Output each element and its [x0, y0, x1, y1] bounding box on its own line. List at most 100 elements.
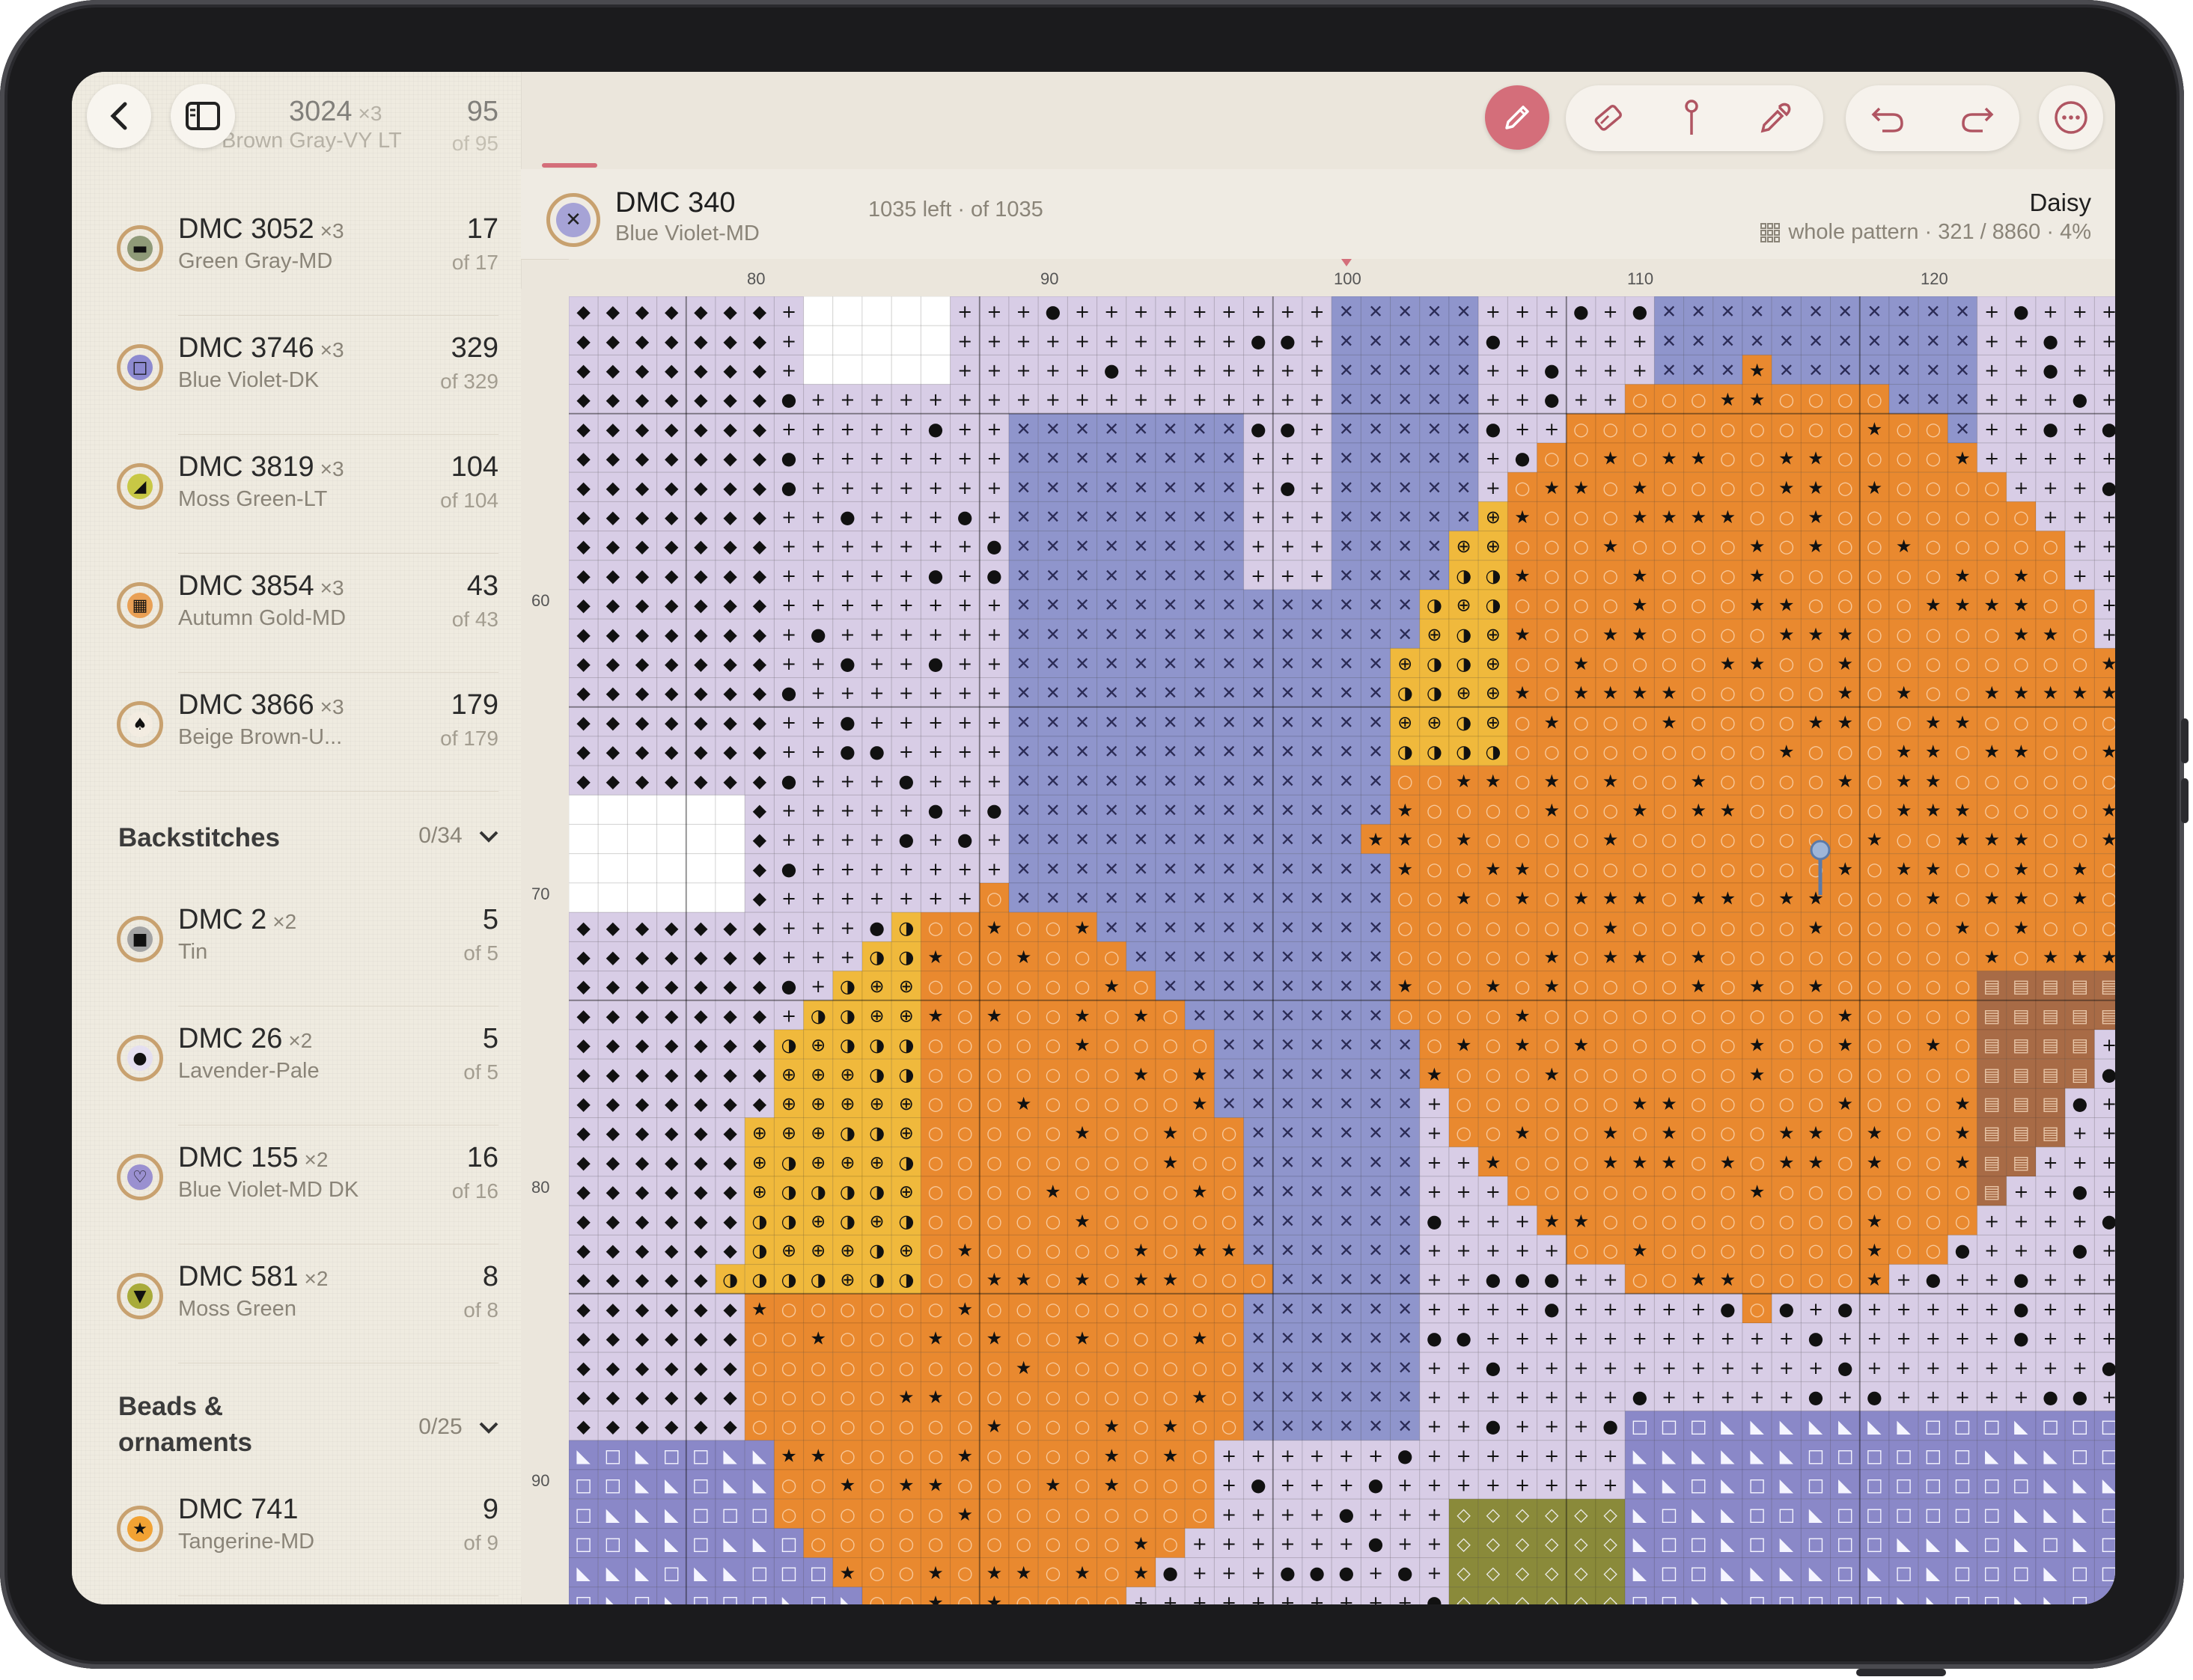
stitch-cell[interactable]: [891, 296, 921, 326]
stitch-cell[interactable]: [656, 882, 687, 913]
stitch-symbol: ✕: [1397, 360, 1412, 381]
stitch-cell[interactable]: [656, 824, 687, 855]
stitch-cell[interactable]: [686, 853, 716, 884]
header-thread-swatch[interactable]: ✕: [546, 193, 600, 247]
stitch-symbol: ▤: [2042, 1122, 2059, 1143]
thread-row[interactable]: ● DMC 26 ×2 Lavender-Pale 5 of 5: [117, 1012, 506, 1125]
stitch-symbol: ○: [1602, 1240, 1618, 1261]
stitch-symbol: ⊕: [870, 1093, 885, 1114]
stitch-cell[interactable]: [803, 325, 834, 355]
backstitches-header[interactable]: Backstitches 0/34: [118, 823, 507, 853]
pattern-grid[interactable]: ◆ ◆ ◆ ◆ ◆ ◆ ◆ + + + + ● + + + + + + + + + ✕ ✕ ✕ ✕ ✕ + + + ● + ● ✕ ✕ ✕ ✕ ✕ ✕ ✕ ✕…: [569, 296, 2115, 1604]
stitch-cell[interactable]: [861, 325, 892, 355]
stitch-cell[interactable]: [686, 794, 716, 825]
thread-row[interactable]: ♠ DMC 3866 ×3 Beige Brown-U... 179 of 179: [117, 679, 506, 792]
stitch-symbol: ○: [986, 1064, 1002, 1085]
stitch-cell[interactable]: [569, 882, 599, 913]
stitch-cell[interactable]: [861, 354, 892, 385]
stitch-symbol: ★: [1749, 976, 1766, 997]
stitch-symbol: +: [1984, 1240, 1999, 1261]
stitch-cell[interactable]: [686, 882, 716, 913]
thread-row[interactable]: ■ DMC 2 ×2 Tin 5 of 5: [117, 894, 506, 1007]
stitch-cell[interactable]: [656, 853, 687, 884]
stitch-symbol: ○: [1104, 1298, 1120, 1319]
stitch-symbol: ○: [1104, 1211, 1120, 1232]
stitch-cell[interactable]: [569, 824, 599, 855]
stitch-cell[interactable]: [597, 853, 628, 884]
stitch-symbol: ★: [1543, 947, 1560, 968]
eraser-tool-button[interactable]: [1575, 85, 1641, 151]
stitch-symbol: ◆: [723, 1387, 737, 1408]
stitch-symbol: ✕: [1192, 888, 1207, 909]
stitch-symbol: ✕: [1163, 742, 1178, 763]
stitch-cell[interactable]: [597, 794, 628, 825]
stitch-symbol: ○: [1133, 1504, 1149, 1525]
stitch-cell[interactable]: [920, 354, 951, 385]
stitch-cell[interactable]: [832, 354, 863, 385]
stitch-cell[interactable]: [920, 325, 951, 355]
back-button[interactable]: [87, 84, 151, 148]
stitch-cell[interactable]: [891, 354, 921, 385]
stitch-cell[interactable]: [656, 794, 687, 825]
stitch-symbol: ✕: [1339, 331, 1354, 352]
stitch-symbol: ◑: [1427, 742, 1442, 763]
stitch-cell[interactable]: [832, 325, 863, 355]
stitch-symbol: ●: [1280, 1563, 1296, 1583]
stitch-cell[interactable]: [715, 882, 745, 913]
eyedropper-tool-button[interactable]: [1742, 85, 1808, 151]
thread-row[interactable]: ★ DMC 741 Tangerine-MD 9 of 9: [117, 1483, 506, 1596]
stitch-cell[interactable]: [920, 296, 951, 326]
stitch-symbol: ◆: [606, 1152, 620, 1173]
stitch-cell[interactable]: [626, 794, 658, 825]
stitch-cell[interactable]: [861, 296, 892, 326]
stitch-cell[interactable]: [832, 296, 863, 326]
stitch-cell[interactable]: [597, 824, 628, 855]
sidebar-toggle-button[interactable]: [171, 84, 235, 148]
stitch-symbol: ○: [2043, 858, 2058, 879]
stitch-symbol: ✕: [1720, 331, 1735, 352]
stitch-symbol: ◣: [1692, 1445, 1706, 1466]
stitch-cell[interactable]: [686, 824, 716, 855]
stitch-cell[interactable]: [569, 853, 599, 884]
stitch-cell[interactable]: [626, 853, 658, 884]
stitch-cell[interactable]: [715, 824, 745, 855]
stitch-symbol: ○: [1925, 1122, 1941, 1143]
stitch-symbol: +: [1515, 1357, 1530, 1378]
stitch-cell[interactable]: [715, 794, 745, 825]
thread-row[interactable]: ♡ DMC 155 ×2 Blue Violet-MD DK 16 of 16: [117, 1131, 506, 1244]
stitch-cell[interactable]: [626, 824, 658, 855]
stitch-cell[interactable]: [803, 296, 834, 326]
thread-row[interactable]: □ DMC 3746 ×3 Blue Violet-DK 329 of 329: [117, 322, 506, 435]
app-screen: 3024 ×3 Brown Gray-VY LT 95 of 95 ▬ DMC 30…: [72, 72, 2115, 1604]
stitch-symbol: ◣: [1897, 1592, 1911, 1604]
stitch-symbol: ◣: [2043, 1563, 2058, 1583]
stitch-symbol: +: [1457, 1240, 1471, 1261]
stitch-symbol: +: [1720, 1387, 1735, 1408]
thread-row[interactable]: ◢ DMC 3819 ×3 Moss Green-LT 104 of 104: [117, 441, 506, 554]
stitch-cell[interactable]: [626, 882, 658, 913]
stitch-symbol: ○: [2072, 624, 2087, 645]
stitch-cell[interactable]: [715, 853, 745, 884]
thread-row[interactable]: ▦ DMC 3854 ×3 Autumn Gold-MD 43 of 43: [117, 560, 506, 673]
stitch-cell[interactable]: [569, 794, 599, 825]
undo-button[interactable]: [1855, 85, 1921, 151]
stitch-cell[interactable]: [803, 354, 834, 385]
thread-row[interactable]: ▬ DMC 3052 ×3 Green Gray-MD 17 of 17: [117, 203, 506, 316]
redo-button[interactable]: [1945, 85, 2010, 151]
stitch-symbol: ●: [1808, 1387, 1824, 1408]
thread-row[interactable]: ▼ DMC 581 ×2 Moss Green 8 of 8: [117, 1250, 506, 1363]
stitch-symbol: ✕: [1368, 917, 1383, 938]
stitch-symbol: +: [1515, 418, 1530, 439]
pencil-tool-button[interactable]: [1485, 85, 1549, 150]
stitch-symbol: ○: [1485, 1093, 1501, 1114]
stitch-cell[interactable]: [597, 882, 628, 913]
stitch-cell[interactable]: [891, 325, 921, 355]
stitch-symbol: ●: [1632, 1387, 1647, 1408]
more-button[interactable]: [2039, 85, 2103, 150]
stitch-symbol: ★: [1867, 1152, 1883, 1173]
stitch-symbol: ◆: [723, 507, 737, 528]
stitch-symbol: +: [1457, 1357, 1471, 1378]
stitch-symbol: ◆: [665, 1064, 679, 1085]
pin-tool-button[interactable]: [1659, 85, 1724, 151]
beads-header[interactable]: Beads & ornaments 0/25: [118, 1389, 507, 1461]
